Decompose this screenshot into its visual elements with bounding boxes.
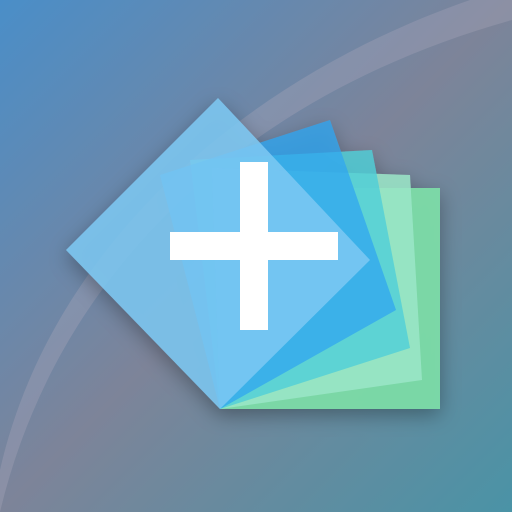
app-icon (0, 0, 512, 512)
plus-horizontal-bar (170, 232, 338, 260)
